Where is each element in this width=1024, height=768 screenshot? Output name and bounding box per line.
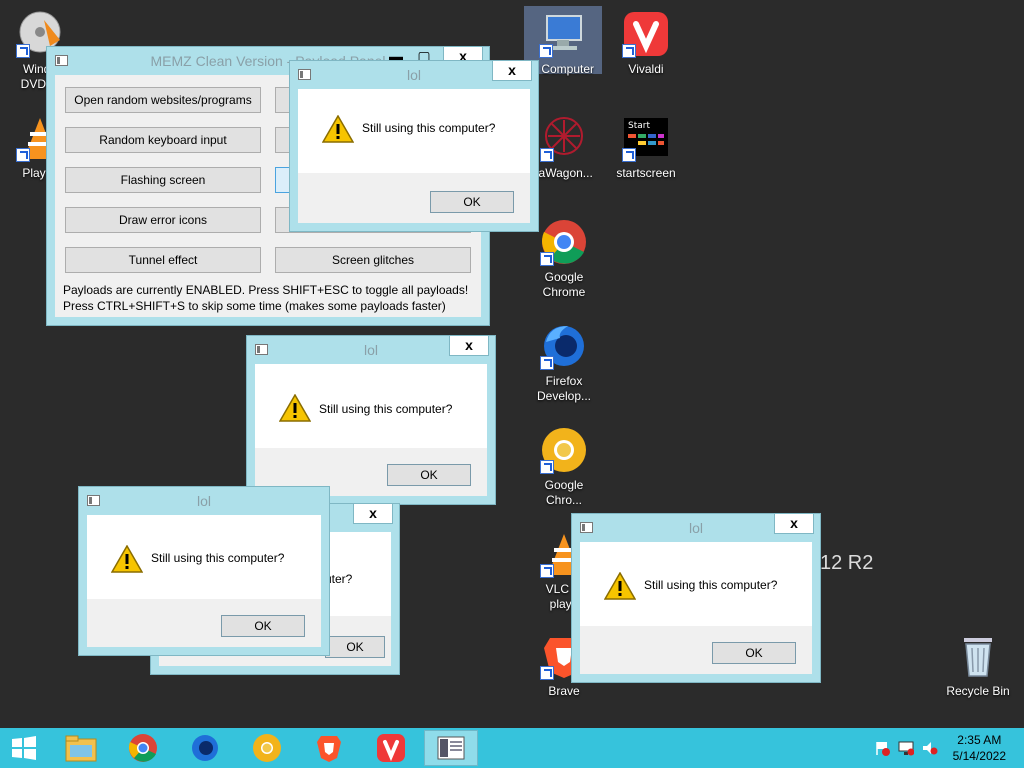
dialog-message: Still using this computer?	[151, 551, 285, 565]
vivaldi-icon	[377, 734, 405, 762]
close-button[interactable]: x	[449, 336, 489, 356]
title-bar[interactable]: lol x	[572, 514, 820, 542]
warning-icon	[110, 544, 144, 573]
dialog-lol-5[interactable]: lol x Still using this computer? OK	[571, 513, 821, 683]
warning-icon	[278, 393, 312, 422]
desktop-icon-firefox-dev[interactable]: Firefox Develop...	[524, 318, 604, 404]
start-button[interactable]	[0, 730, 48, 766]
warning-icon	[321, 114, 355, 143]
payload-button-open-websites[interactable]: Open random websites/programs	[65, 87, 261, 113]
taskbar-file-explorer[interactable]	[54, 730, 108, 766]
firefox-icon	[192, 735, 218, 761]
taskbar-memz[interactable]	[424, 730, 478, 766]
clock-time: 2:35 AM	[957, 733, 1002, 747]
taskbar: 2:35 AM 5/14/2022	[0, 728, 1024, 768]
os-watermark: 12 R2	[820, 552, 874, 574]
taskbar-chrome-canary[interactable]	[240, 730, 294, 766]
folder-icon	[65, 735, 97, 762]
dialog-message: Still using this computer?	[644, 578, 778, 592]
close-button[interactable]: x	[774, 514, 814, 534]
dialog-message: Still using this computer?	[319, 402, 453, 416]
payload-button-flashing-screen[interactable]: Flashing screen	[65, 167, 261, 193]
taskbar-vivaldi[interactable]	[364, 730, 418, 766]
dialog-client: Still using this computer? OK	[87, 515, 321, 647]
startscreen-icon: Start	[622, 114, 670, 162]
ok-button[interactable]: OK	[387, 464, 471, 486]
desktop-icon-label: Google Chro...	[544, 478, 584, 507]
title-bar[interactable]: lol	[79, 487, 329, 515]
ok-button[interactable]: OK	[430, 191, 514, 213]
ok-button[interactable]: OK	[325, 636, 385, 658]
datawagon-icon	[540, 114, 588, 162]
svg-text:Start: Start	[628, 121, 650, 131]
action-center-flag-icon[interactable]	[874, 740, 890, 756]
desktop-icon-label: startscreen	[616, 166, 676, 180]
desktop-icon-label: Google Chrome	[542, 270, 586, 299]
ok-button[interactable]: OK	[221, 615, 305, 637]
vivaldi-icon	[622, 10, 670, 58]
payload-button-screen-glitches[interactable]: Screen glitches	[275, 247, 471, 273]
desktop-icon-label: Vivaldi	[628, 62, 664, 76]
dialog-lol-1[interactable]: lol x Still using this computer? OK	[289, 60, 539, 232]
memz-window-icon	[437, 736, 465, 760]
desktop-icon-vivaldi[interactable]: Vivaldi	[606, 6, 686, 77]
taskbar-firefox[interactable]	[178, 730, 232, 766]
message-area: Still using this computer?	[255, 364, 487, 448]
taskbar-brave[interactable]	[302, 730, 356, 766]
clock-date: 5/14/2022	[952, 749, 1006, 763]
chrome-canary-icon	[253, 734, 281, 762]
network-icon[interactable]	[898, 740, 915, 756]
message-area: Still using this computer?	[298, 89, 530, 173]
payload-button-tunnel-effect[interactable]: Tunnel effect	[65, 247, 261, 273]
windows-logo-icon	[12, 736, 36, 760]
speaker-muted-icon[interactable]	[922, 740, 938, 756]
dialog-client: Still using this computer? OK	[580, 542, 812, 674]
title-bar[interactable]: lol x	[247, 336, 495, 364]
warning-icon	[603, 571, 637, 600]
desktop-icon-label: Firefox Develop...	[536, 374, 592, 403]
dialog-client: Still using this computer? OK	[298, 89, 530, 223]
desktop-icon-google-chrome-canary[interactable]: Google Chro...	[524, 422, 604, 508]
recycle-bin-icon	[954, 632, 1002, 680]
desktop-icon-label: Brave	[548, 684, 580, 698]
desktop-icon-startscreen[interactable]: Start startscreen	[606, 110, 686, 181]
chrome-icon	[540, 218, 588, 266]
payload-button-keyboard-input[interactable]: Random keyboard input	[65, 127, 261, 153]
message-area: Still using this computer?	[580, 542, 812, 626]
dialog-lol-4[interactable]: lol Still using this computer? OK	[78, 486, 330, 656]
dialog-lol-2[interactable]: lol x Still using this computer? OK	[246, 335, 496, 505]
computer-icon	[539, 10, 587, 58]
desktop-icon-label: Recycle Bin	[946, 684, 1010, 698]
chrome-canary-icon	[540, 426, 588, 474]
dialog-message: Still using this computer?	[362, 121, 496, 135]
firefox-icon	[540, 322, 588, 370]
dialog-client: Still using this computer? OK	[255, 364, 487, 496]
chrome-icon	[128, 734, 157, 762]
close-button[interactable]: x	[492, 61, 532, 81]
desktop-icon-recycle-bin[interactable]: Recycle Bin	[938, 628, 1018, 699]
status-note: Payloads are currently ENABLED. Press SH…	[63, 283, 469, 297]
window-title: lol	[196, 493, 211, 509]
message-area: Still using this computer?	[87, 515, 321, 599]
hint-note: Press CTRL+SHIFT+S to skip some time (ma…	[63, 299, 446, 313]
close-button[interactable]: x	[353, 504, 393, 524]
brave-lion-icon	[317, 736, 341, 762]
title-bar[interactable]: lol x	[290, 61, 538, 89]
taskbar-chrome[interactable]	[116, 730, 170, 766]
taskbar-clock[interactable]: 2:35 AM 5/14/2022	[953, 732, 1006, 764]
payload-button-error-icons[interactable]: Draw error icons	[65, 207, 261, 233]
ok-button[interactable]: OK	[712, 642, 796, 664]
